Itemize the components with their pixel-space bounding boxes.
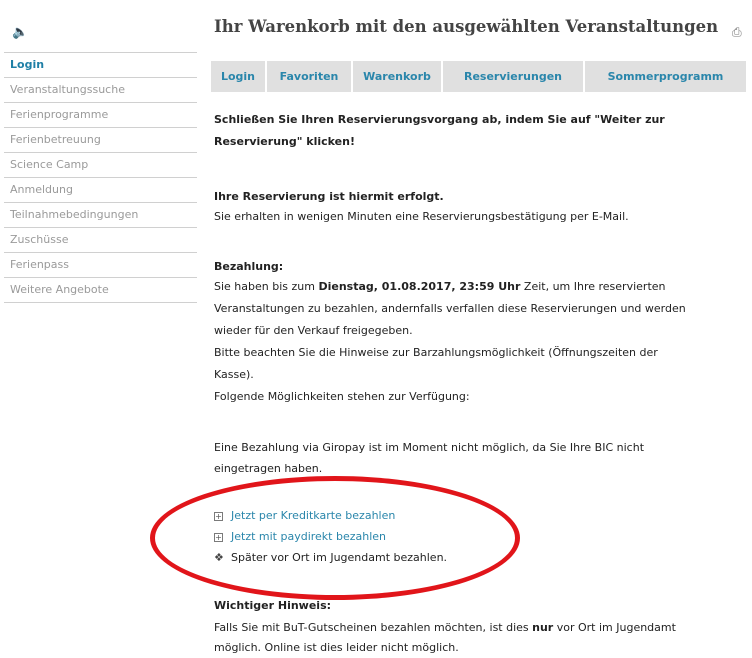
intro-text-line2: Reservierung" klicken! bbox=[214, 135, 355, 148]
notice-line2: möglich. Online ist dies leider nicht mö… bbox=[214, 641, 459, 654]
sidebar-item-science-camp[interactable]: Science Camp bbox=[4, 153, 197, 178]
confirm-text: Sie erhalten in wenigen Minuten eine Res… bbox=[214, 210, 629, 223]
payment-line1: Sie haben bis zum Dienstag, 01.08.2017, … bbox=[214, 277, 666, 297]
sidebar-item-login[interactable]: Login bbox=[4, 52, 197, 78]
giropay-line1: Eine Bezahlung via Giropay ist im Moment… bbox=[214, 441, 645, 454]
payment-line1-post: Zeit, um Ihre reservierten bbox=[520, 280, 666, 293]
notice-line1: Falls Sie mit BuT-Gutscheinen bezahlen m… bbox=[214, 618, 676, 638]
sidebar-item-teilnahmebedingungen[interactable]: Teilnahmebedingungen bbox=[4, 203, 197, 228]
sidebar-item-ferienpass[interactable]: Ferienpass bbox=[4, 253, 197, 278]
payment-line2: Veranstaltungen zu bezahlen, andernfalls… bbox=[214, 302, 686, 315]
payment-line5: Kasse). bbox=[214, 368, 254, 381]
intro-text-line1: Schließen Sie Ihren Reservierungsvorgang… bbox=[214, 113, 665, 126]
notice-emphasis: nur bbox=[532, 621, 554, 634]
tab-login[interactable]: Login bbox=[211, 61, 267, 92]
payment-line6: Folgende Möglichkeiten stehen zur Verfüg… bbox=[214, 390, 470, 403]
sidebar-nav: Login Veranstaltungssuche Ferienprogramm… bbox=[4, 52, 197, 303]
speaker-icon[interactable]: 🔈 bbox=[12, 25, 28, 40]
sidebar-item-weitere-angebote[interactable]: Weitere Angebote bbox=[4, 278, 197, 303]
tab-reservierungen[interactable]: Reservierungen bbox=[443, 61, 585, 92]
tab-warenkorb[interactable]: Warenkorb bbox=[353, 61, 443, 92]
sidebar-item-ferienprogramme[interactable]: Ferienprogramme bbox=[4, 103, 197, 128]
sidebar-item-anmeldung[interactable]: Anmeldung bbox=[4, 178, 197, 203]
notice-line1-post: vor Ort im Jugendamt bbox=[553, 621, 676, 634]
tab-sommerprogramm[interactable]: Sommerprogramm bbox=[585, 61, 746, 92]
payment-line1-pre: Sie haben bis zum bbox=[214, 280, 319, 293]
sidebar-item-veranstaltungssuche[interactable]: Veranstaltungssuche bbox=[4, 78, 197, 103]
tab-bar: Login Favoriten Warenkorb Reservierungen… bbox=[211, 61, 746, 92]
sidebar-item-zuschuesse[interactable]: Zuschüsse bbox=[4, 228, 197, 253]
print-icon[interactable]: ⎙ bbox=[732, 25, 744, 39]
highlight-oval bbox=[150, 476, 520, 600]
sidebar-item-ferienbetreuung[interactable]: Ferienbetreuung bbox=[4, 128, 197, 153]
confirm-heading: Ihre Reservierung ist hiermit erfolgt. bbox=[214, 190, 444, 203]
notice-line1-pre: Falls Sie mit BuT-Gutscheinen bezahlen m… bbox=[214, 621, 533, 634]
payment-line3: wieder für den Verkauf freigegeben. bbox=[214, 324, 413, 337]
payment-line4: Bitte beachten Sie die Hinweise zur Barz… bbox=[214, 346, 658, 359]
payment-heading: Bezahlung: bbox=[214, 260, 284, 273]
tab-favoriten[interactable]: Favoriten bbox=[267, 61, 353, 92]
page-title: Ihr Warenkorb mit den ausgewählten Veran… bbox=[214, 17, 719, 36]
payment-deadline: Dienstag, 01.08.2017, 23:59 Uhr bbox=[318, 280, 521, 293]
